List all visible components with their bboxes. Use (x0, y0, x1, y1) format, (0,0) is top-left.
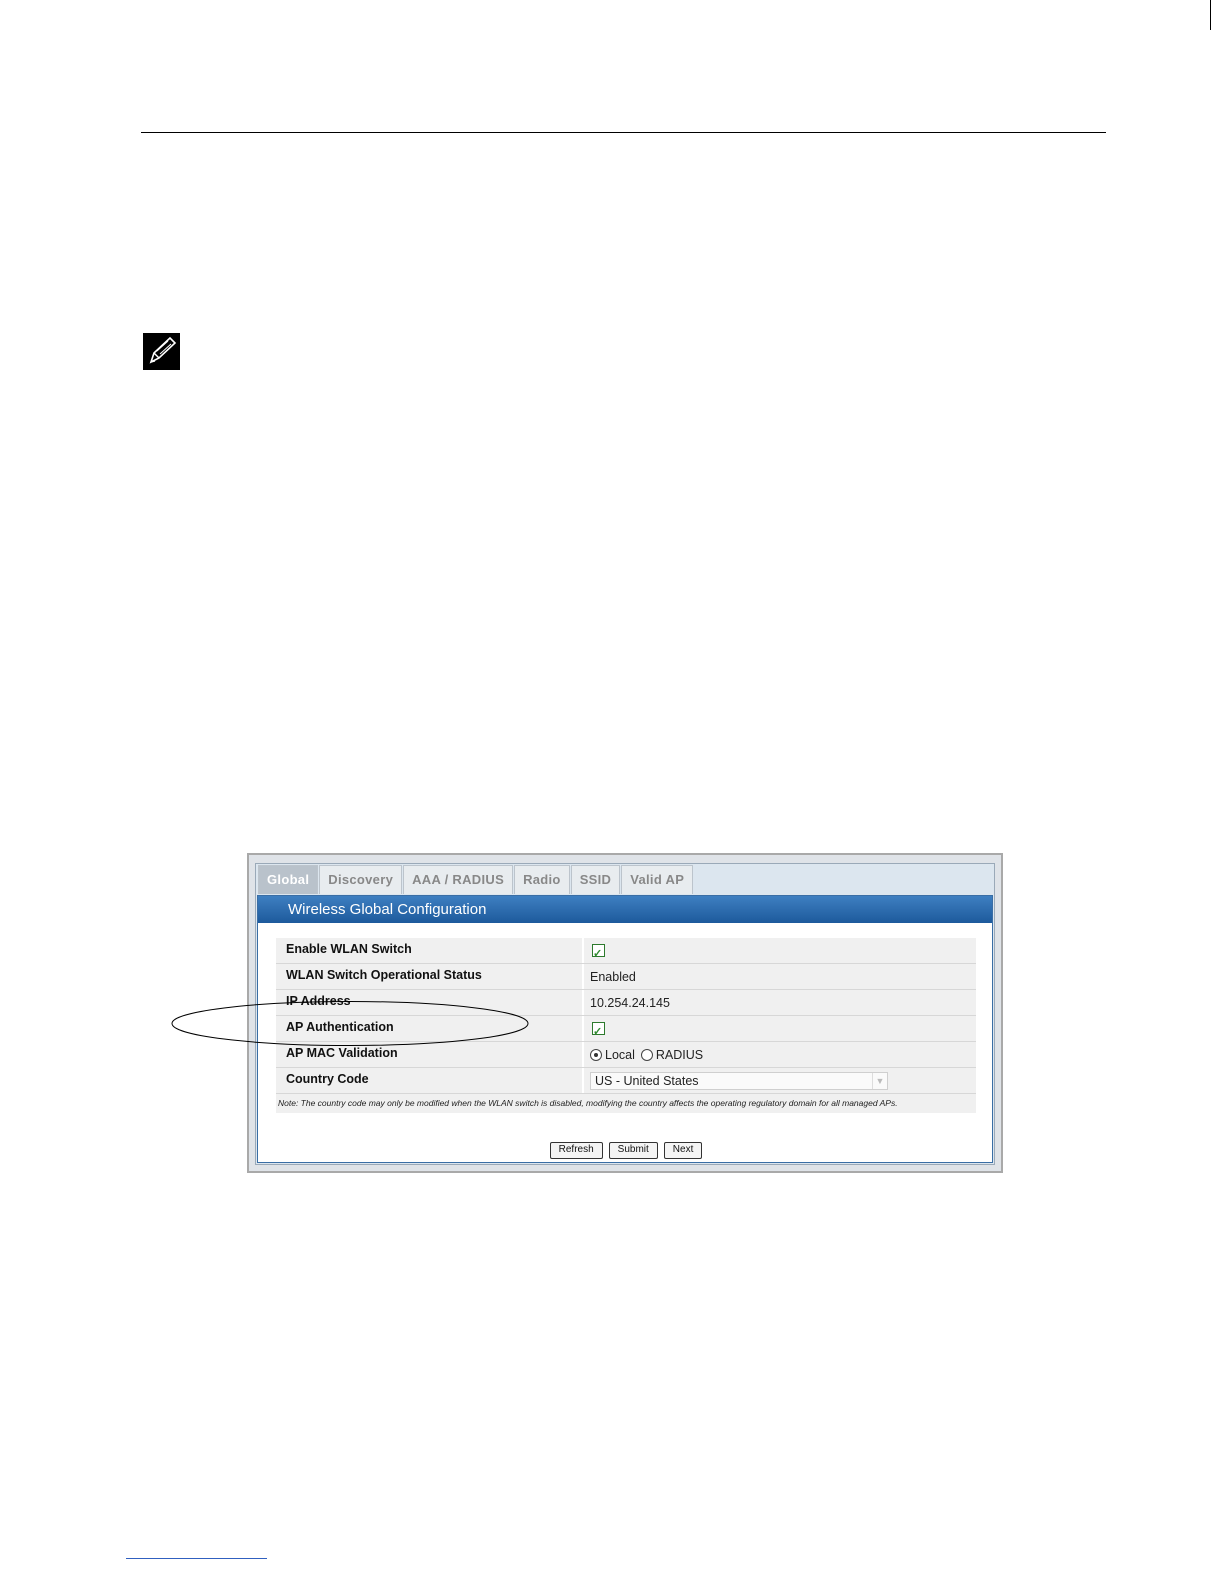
highlight-ellipse (171, 1001, 529, 1046)
tab-bar: Global Discovery AAA / RADIUS Radio SSID… (258, 865, 694, 895)
tab-ssid[interactable]: SSID (570, 865, 621, 894)
tab-discovery[interactable]: Discovery (319, 865, 403, 894)
footer-link-underline (126, 1558, 267, 1559)
tab-aaa-radius[interactable]: AAA / RADIUS (403, 865, 514, 894)
country-code-value: US - United States (595, 1073, 699, 1088)
op-status-label: WLAN Switch Operational Status (276, 964, 584, 989)
tab-radio[interactable]: Radio (514, 865, 570, 894)
next-button[interactable]: Next (663, 1142, 703, 1159)
table-row: Enable WLAN Switch (276, 938, 976, 966)
radio-radius-label: RADIUS (655, 1047, 704, 1062)
refresh-button[interactable]: Refresh (549, 1142, 603, 1159)
ap-auth-cell (584, 1016, 976, 1044)
country-code-note: Note: The country code may only be modif… (276, 1094, 976, 1113)
header-rule (141, 132, 1106, 133)
country-code-label: Country Code (276, 1068, 584, 1093)
country-code-cell: US - United States ▼ (584, 1068, 976, 1093)
ip-address-value: 10.254.24.145 (590, 995, 670, 1010)
submit-button[interactable]: Submit (608, 1142, 658, 1159)
margin-line (1210, 0, 1211, 30)
radio-radius[interactable] (640, 1048, 653, 1061)
enable-wlan-checkbox[interactable] (592, 942, 605, 966)
chevron-down-icon: ▼ (872, 1072, 887, 1089)
radio-local[interactable] (590, 1048, 602, 1061)
enable-wlan-label: Enable WLAN Switch (276, 938, 584, 963)
ap-auth-checkbox[interactable] (592, 1020, 605, 1044)
panel-title: Wireless Global Configuration (258, 896, 992, 923)
tab-global[interactable]: Global (258, 865, 319, 894)
button-bar: Refresh Submit Next (258, 1142, 994, 1159)
op-status-value: Enabled (590, 969, 636, 984)
table-row: Country Code US - United States ▼ (276, 1068, 976, 1094)
note-pencil-icon (143, 333, 180, 370)
tab-valid-ap[interactable]: Valid AP (621, 865, 694, 894)
table-row: WLAN Switch Operational Status Enabled (276, 964, 976, 990)
enable-wlan-cell (584, 938, 976, 966)
radio-local-label: Local (605, 1047, 635, 1062)
ap-mac-cell: Local RADIUS (584, 1042, 976, 1067)
country-code-select[interactable]: US - United States ▼ (590, 1071, 888, 1090)
